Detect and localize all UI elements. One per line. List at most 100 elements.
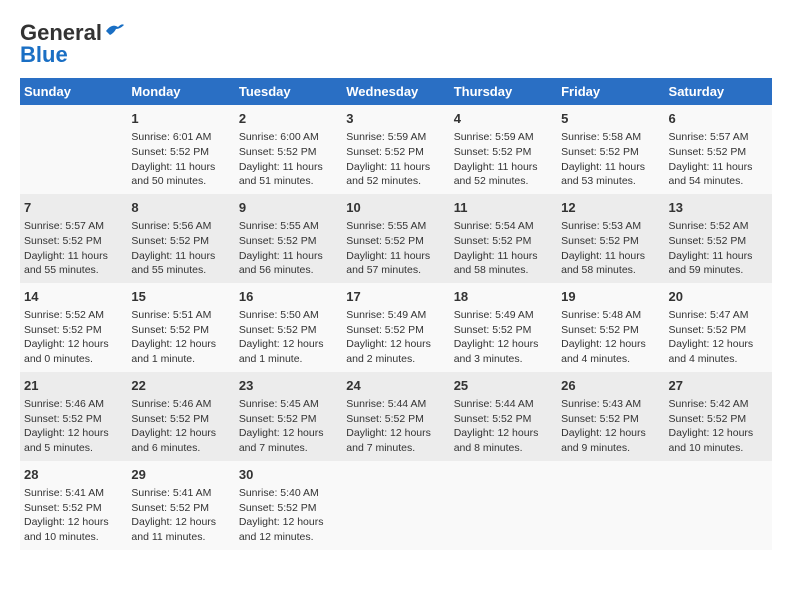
day-info: Sunrise: 5:50 AMSunset: 5:52 PMDaylight:… <box>239 308 338 367</box>
calendar-cell: 7 Sunrise: 5:57 AMSunset: 5:52 PMDaylight… <box>20 194 127 283</box>
calendar-cell <box>450 461 557 550</box>
day-info: Sunrise: 5:47 AMSunset: 5:52 PMDaylight:… <box>669 308 768 367</box>
calendar-cell: 9 Sunrise: 5:55 AMSunset: 5:52 PMDaylight… <box>235 194 342 283</box>
day-info: Sunrise: 5:46 AMSunset: 5:52 PMDaylight:… <box>131 397 230 456</box>
calendar-cell: 3 Sunrise: 5:59 AMSunset: 5:52 PMDaylight… <box>342 105 449 194</box>
logo-blue: Blue <box>20 42 68 68</box>
day-info: Sunrise: 5:55 AMSunset: 5:52 PMDaylight:… <box>346 219 445 278</box>
day-info: Sunrise: 5:52 AMSunset: 5:52 PMDaylight:… <box>669 219 768 278</box>
calendar-cell: 18 Sunrise: 5:49 AMSunset: 5:52 PMDayligh… <box>450 283 557 372</box>
calendar-cell: 2 Sunrise: 6:00 AMSunset: 5:52 PMDaylight… <box>235 105 342 194</box>
day-header-sunday: Sunday <box>20 78 127 105</box>
day-number: 10 <box>346 199 445 217</box>
day-info: Sunrise: 5:44 AMSunset: 5:52 PMDaylight:… <box>346 397 445 456</box>
calendar-cell <box>665 461 772 550</box>
day-number: 7 <box>24 199 123 217</box>
day-info: Sunrise: 5:41 AMSunset: 5:52 PMDaylight:… <box>131 486 230 545</box>
day-number: 30 <box>239 466 338 484</box>
calendar-cell: 12Sunrise: 5:53 AMSunset: 5:52 PMDayligh… <box>557 194 664 283</box>
calendar-cell: 13 Sunrise: 5:52 AMSunset: 5:52 PMDayligh… <box>665 194 772 283</box>
day-info: Sunrise: 5:59 AMSunset: 5:52 PMDaylight:… <box>454 130 553 189</box>
calendar-cell <box>342 461 449 550</box>
day-number: 27 <box>669 377 768 395</box>
calendar-cell: 25Sunrise: 5:44 AMSunset: 5:52 PMDayligh… <box>450 372 557 461</box>
day-number: 26 <box>561 377 660 395</box>
day-info: Sunrise: 5:57 AMSunset: 5:52 PMDaylight:… <box>24 219 123 278</box>
day-number: 2 <box>239 110 338 128</box>
day-info: Sunrise: 5:51 AMSunset: 5:52 PMDaylight:… <box>131 308 230 367</box>
day-info: Sunrise: 5:40 AMSunset: 5:52 PMDaylight:… <box>239 486 338 545</box>
day-info: Sunrise: 5:44 AMSunset: 5:52 PMDaylight:… <box>454 397 553 456</box>
day-info: Sunrise: 6:01 AMSunset: 5:52 PMDaylight:… <box>131 130 230 189</box>
day-header-tuesday: Tuesday <box>235 78 342 105</box>
calendar-cell: 1 Sunrise: 6:01 AMSunset: 5:52 PMDaylight… <box>127 105 234 194</box>
calendar-cell: 19Sunrise: 5:48 AMSunset: 5:52 PMDayligh… <box>557 283 664 372</box>
calendar-cell: 4 Sunrise: 5:59 AMSunset: 5:52 PMDaylight… <box>450 105 557 194</box>
header: General Blue <box>20 20 772 68</box>
day-number: 23 <box>239 377 338 395</box>
calendar-cell: 23 Sunrise: 5:45 AMSunset: 5:52 PMDayligh… <box>235 372 342 461</box>
day-number: 24 <box>346 377 445 395</box>
day-number: 18 <box>454 288 553 306</box>
calendar-cell: 21Sunrise: 5:46 AMSunset: 5:52 PMDayligh… <box>20 372 127 461</box>
calendar-cell: 15 Sunrise: 5:51 AMSunset: 5:52 PMDayligh… <box>127 283 234 372</box>
calendar-cell: 5 Sunrise: 5:58 AMSunset: 5:52 PMDaylight… <box>557 105 664 194</box>
calendar-cell: 14 Sunrise: 5:52 AMSunset: 5:52 PMDayligh… <box>20 283 127 372</box>
calendar-cell <box>557 461 664 550</box>
day-number: 8 <box>131 199 230 217</box>
calendar-cell: 27 Sunrise: 5:42 AMSunset: 5:52 PMDayligh… <box>665 372 772 461</box>
day-info: Sunrise: 6:00 AMSunset: 5:52 PMDaylight:… <box>239 130 338 189</box>
day-info: Sunrise: 5:45 AMSunset: 5:52 PMDaylight:… <box>239 397 338 456</box>
day-header-saturday: Saturday <box>665 78 772 105</box>
day-info: Sunrise: 5:58 AMSunset: 5:52 PMDaylight:… <box>561 130 660 189</box>
day-number: 3 <box>346 110 445 128</box>
day-info: Sunrise: 5:42 AMSunset: 5:52 PMDaylight:… <box>669 397 768 456</box>
calendar-cell: 22 Sunrise: 5:46 AMSunset: 5:52 PMDayligh… <box>127 372 234 461</box>
day-number: 9 <box>239 199 338 217</box>
day-info: Sunrise: 5:55 AMSunset: 5:52 PMDaylight:… <box>239 219 338 278</box>
day-number: 28 <box>24 466 123 484</box>
calendar-cell: 20 Sunrise: 5:47 AMSunset: 5:52 PMDayligh… <box>665 283 772 372</box>
day-number: 22 <box>131 377 230 395</box>
day-info: Sunrise: 5:54 AMSunset: 5:52 PMDaylight:… <box>454 219 553 278</box>
day-number: 17 <box>346 288 445 306</box>
day-info: Sunrise: 5:46 AMSunset: 5:52 PMDaylight:… <box>24 397 123 456</box>
calendar-cell: 30 Sunrise: 5:40 AMSunset: 5:52 PMDayligh… <box>235 461 342 550</box>
day-info: Sunrise: 5:49 AMSunset: 5:52 PMDaylight:… <box>346 308 445 367</box>
day-number: 20 <box>669 288 768 306</box>
day-header-thursday: Thursday <box>450 78 557 105</box>
calendar-cell: 11 Sunrise: 5:54 AMSunset: 5:52 PMDayligh… <box>450 194 557 283</box>
logo-bird-icon <box>104 21 126 41</box>
day-info: Sunrise: 5:48 AMSunset: 5:52 PMDaylight:… <box>561 308 660 367</box>
day-number: 1 <box>131 110 230 128</box>
week-row-3: 14 Sunrise: 5:52 AMSunset: 5:52 PMDayligh… <box>20 283 772 372</box>
day-number: 5 <box>561 110 660 128</box>
week-row-2: 7 Sunrise: 5:57 AMSunset: 5:52 PMDaylight… <box>20 194 772 283</box>
day-header-wednesday: Wednesday <box>342 78 449 105</box>
logo: General Blue <box>20 20 126 68</box>
day-number: 4 <box>454 110 553 128</box>
day-number: 13 <box>669 199 768 217</box>
calendar-cell: 16 Sunrise: 5:50 AMSunset: 5:52 PMDayligh… <box>235 283 342 372</box>
days-header-row: SundayMondayTuesdayWednesdayThursdayFrid… <box>20 78 772 105</box>
week-row-1: 1 Sunrise: 6:01 AMSunset: 5:52 PMDaylight… <box>20 105 772 194</box>
week-row-5: 28 Sunrise: 5:41 AMSunset: 5:52 PMDayligh… <box>20 461 772 550</box>
day-number: 29 <box>131 466 230 484</box>
day-info: Sunrise: 5:43 AMSunset: 5:52 PMDaylight:… <box>561 397 660 456</box>
day-header-monday: Monday <box>127 78 234 105</box>
day-number: 6 <box>669 110 768 128</box>
day-number: 11 <box>454 199 553 217</box>
day-number: 15 <box>131 288 230 306</box>
day-info: Sunrise: 5:52 AMSunset: 5:52 PMDaylight:… <box>24 308 123 367</box>
day-info: Sunrise: 5:49 AMSunset: 5:52 PMDaylight:… <box>454 308 553 367</box>
day-number: 14 <box>24 288 123 306</box>
day-info: Sunrise: 5:59 AMSunset: 5:52 PMDaylight:… <box>346 130 445 189</box>
day-number: 16 <box>239 288 338 306</box>
day-info: Sunrise: 5:57 AMSunset: 5:52 PMDaylight:… <box>669 130 768 189</box>
day-header-friday: Friday <box>557 78 664 105</box>
week-row-4: 21Sunrise: 5:46 AMSunset: 5:52 PMDayligh… <box>20 372 772 461</box>
calendar-cell <box>20 105 127 194</box>
calendar-table: SundayMondayTuesdayWednesdayThursdayFrid… <box>20 78 772 550</box>
calendar-cell: 26 Sunrise: 5:43 AMSunset: 5:52 PMDayligh… <box>557 372 664 461</box>
day-number: 12 <box>561 199 660 217</box>
